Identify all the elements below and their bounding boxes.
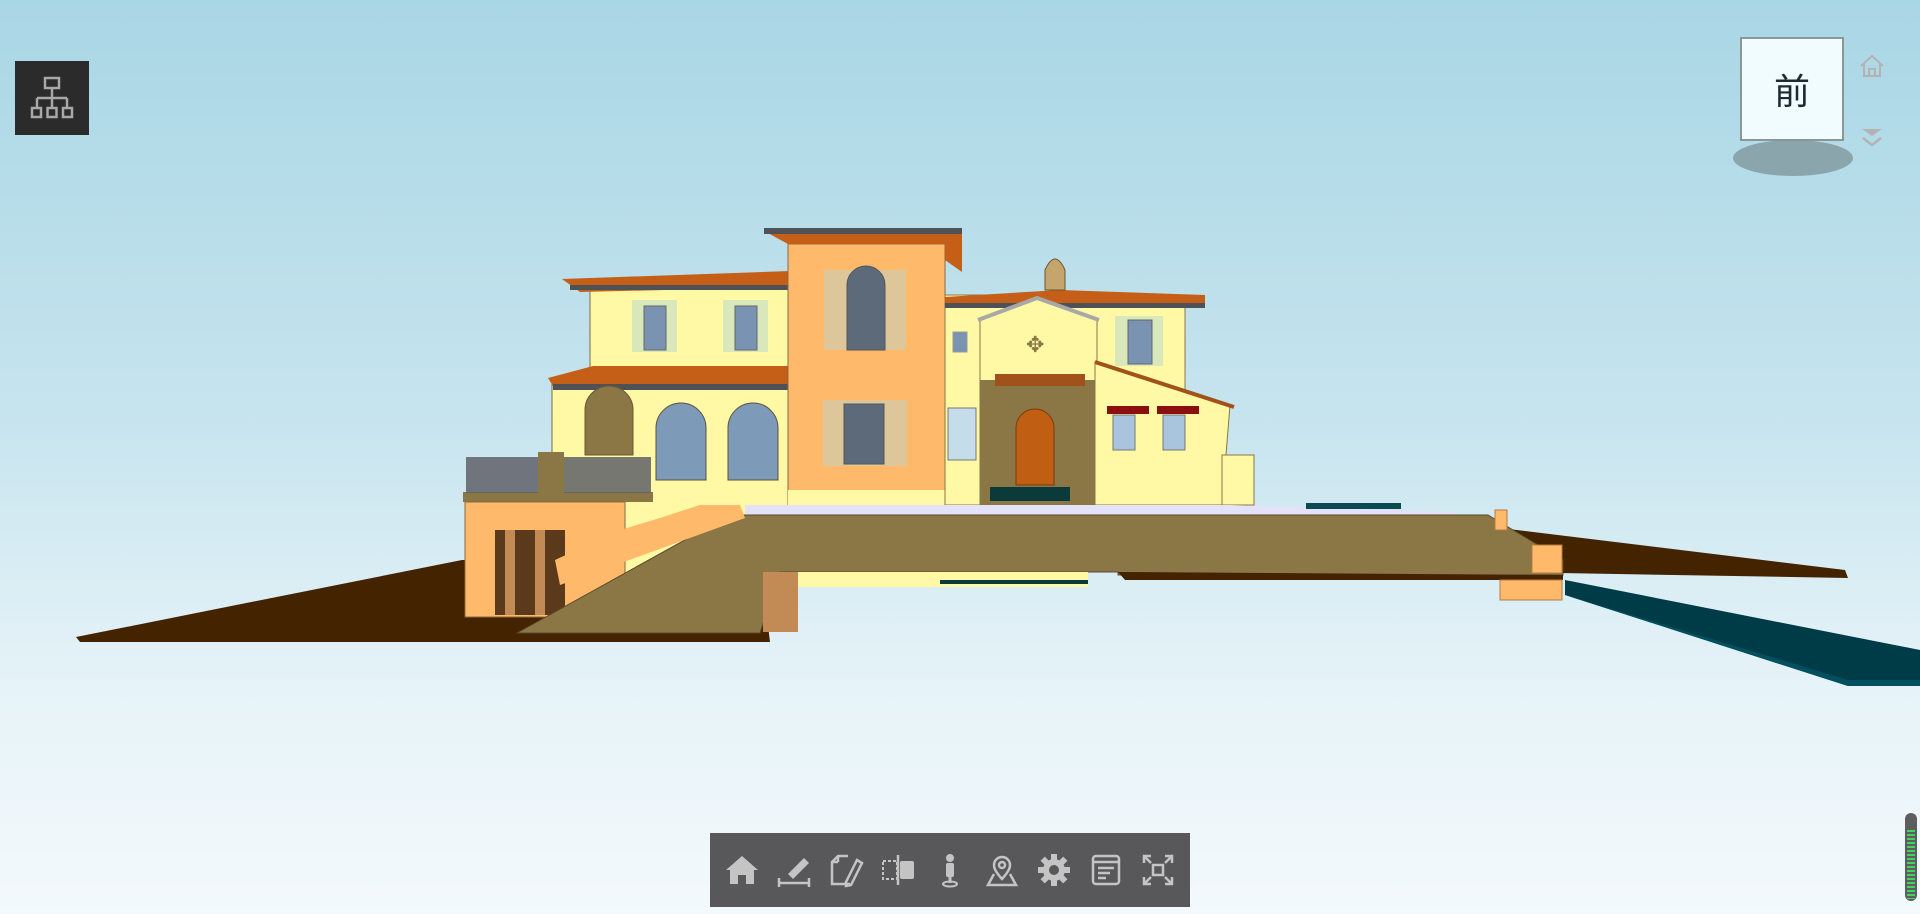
base-dark [940, 580, 1088, 584]
arched-door [584, 385, 634, 456]
3d-model-viewport[interactable]: ✥ [0, 0, 1920, 914]
dark-strip [1306, 503, 1401, 509]
tower-window-arched [824, 265, 906, 351]
properties-button[interactable] [1084, 848, 1128, 892]
viewcube-front-face[interactable]: 前 [1740, 37, 1844, 141]
zoom-level-slider[interactable] [1905, 813, 1917, 901]
window-right-upper [1115, 316, 1163, 366]
arched-window-1 [655, 402, 707, 481]
quatrefoil-ornament: ✥ [1026, 333, 1044, 358]
wall-under-terrace [798, 572, 1088, 587]
markup-button[interactable] [824, 848, 868, 892]
loggia-column [505, 530, 515, 615]
home-view-button[interactable] [720, 848, 764, 892]
window-upper-1 [632, 300, 677, 352]
entry-steps [990, 487, 1070, 501]
zoom-level-fill [1907, 830, 1915, 899]
document-list-icon [1091, 854, 1121, 886]
roof-eave [553, 384, 795, 390]
roof-center-right [945, 290, 1205, 305]
tower-base [788, 490, 945, 506]
fullscreen-button[interactable] [1136, 848, 1180, 892]
entry-canopy [995, 374, 1085, 386]
measure-button[interactable] [772, 848, 816, 892]
first-person-button[interactable] [928, 848, 972, 892]
front-door [1015, 408, 1055, 486]
home-icon [726, 856, 758, 884]
fullscreen-icon [1142, 854, 1174, 886]
tower-eave [764, 228, 962, 234]
pier-right-top [1494, 509, 1508, 531]
map-pin-icon [985, 855, 1019, 887]
loggia-column [535, 530, 545, 615]
double-chevron-down-icon [1862, 129, 1882, 147]
window-side-left [947, 407, 977, 461]
person-walk-icon [942, 854, 958, 888]
viewcube-face-label: 前 [1773, 72, 1810, 113]
note-pencil-icon [830, 854, 864, 888]
pool-strip [1565, 580, 1920, 686]
balcony-pillar [538, 452, 564, 497]
window-upper-2 [723, 300, 768, 352]
roof-eave [570, 285, 790, 290]
bell-cupola [1044, 258, 1066, 291]
ruler-measure-icon [777, 858, 811, 887]
roof-eave [945, 303, 1205, 308]
garden-wall [1221, 454, 1255, 506]
pier-right-side [1531, 544, 1563, 574]
viewcube-menu-button[interactable] [1860, 126, 1884, 150]
location-button[interactable] [980, 848, 1024, 892]
arched-window-2 [727, 402, 779, 481]
viewcube-home-button[interactable] [1858, 52, 1886, 80]
section-button[interactable] [876, 848, 920, 892]
settings-button[interactable] [1032, 848, 1076, 892]
model-tree-button[interactable] [15, 61, 89, 135]
lower-pier [763, 572, 798, 632]
pier-right-base [1499, 579, 1563, 601]
tower-window-lower [823, 400, 907, 466]
roof-mid-left [548, 366, 795, 386]
viewer-toolbar [710, 833, 1190, 907]
small-window [952, 331, 968, 353]
home-icon [1860, 54, 1884, 77]
hierarchy-tree-icon [30, 76, 74, 119]
section-box-icon [882, 855, 914, 885]
gear-icon [1038, 854, 1070, 886]
viewcube-shadow [1733, 140, 1853, 176]
